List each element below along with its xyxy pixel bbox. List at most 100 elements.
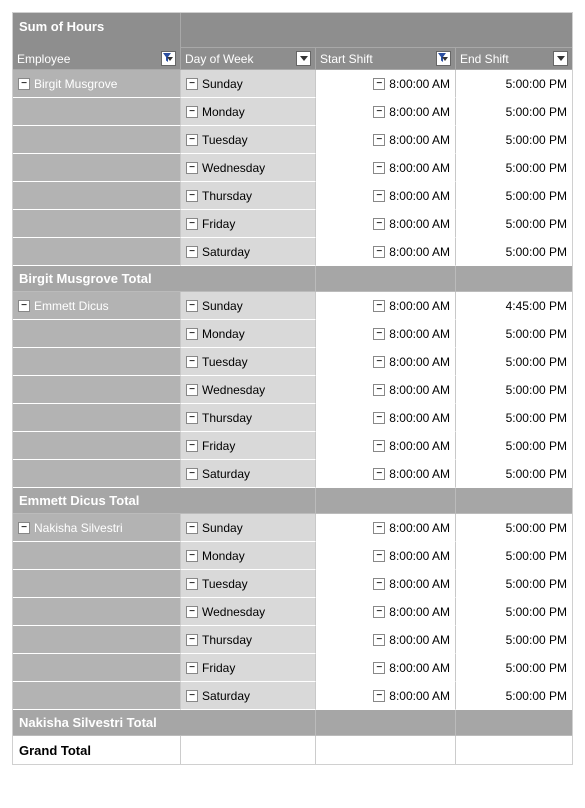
start-shift-cell: 8:00:00 AM — [316, 182, 456, 210]
collapse-icon[interactable] — [186, 468, 198, 480]
grand-total-row: Grand Total — [13, 736, 572, 764]
collapse-icon[interactable] — [373, 300, 385, 312]
day-dropdown[interactable] — [296, 51, 311, 66]
end-dropdown[interactable] — [553, 51, 568, 66]
collapse-icon[interactable] — [186, 550, 198, 562]
collapse-icon[interactable] — [186, 300, 198, 312]
collapse-icon[interactable] — [186, 162, 198, 174]
start-shift-cell: 8:00:00 AM — [316, 154, 456, 182]
end-shift-value: 4:45:00 PM — [506, 299, 567, 313]
start-filter-dropdown[interactable] — [436, 51, 451, 66]
day-label: Tuesday — [202, 133, 248, 147]
day-cell: Sunday — [181, 292, 316, 320]
collapse-icon[interactable] — [186, 218, 198, 230]
collapse-icon[interactable] — [186, 106, 198, 118]
end-shift-cell: 4:45:00 PM — [456, 292, 572, 320]
collapse-icon[interactable] — [186, 412, 198, 424]
employee-filter-dropdown[interactable] — [161, 51, 176, 66]
start-shift-value: 8:00:00 AM — [389, 439, 450, 453]
day-label: Monday — [202, 105, 245, 119]
collapse-icon[interactable] — [373, 468, 385, 480]
collapse-icon[interactable] — [373, 550, 385, 562]
start-shift-cell: 8:00:00 AM — [316, 432, 456, 460]
day-cell: Saturday — [181, 682, 316, 710]
collapse-icon[interactable] — [373, 162, 385, 174]
collapse-icon[interactable] — [373, 246, 385, 258]
collapse-icon[interactable] — [373, 662, 385, 674]
start-shift-cell: 8:00:00 AM — [316, 98, 456, 126]
start-shift-value: 8:00:00 AM — [389, 217, 450, 231]
end-shift-cell: 5:00:00 PM — [456, 70, 572, 98]
collapse-icon[interactable] — [186, 384, 198, 396]
collapse-icon[interactable] — [373, 578, 385, 590]
day-label: Saturday — [202, 467, 250, 481]
collapse-icon[interactable] — [186, 606, 198, 618]
day-label: Sunday — [202, 521, 243, 535]
collapse-icon[interactable] — [373, 690, 385, 702]
collapse-icon[interactable] — [373, 78, 385, 90]
start-shift-cell: 8:00:00 AM — [316, 514, 456, 542]
collapse-icon[interactable] — [373, 412, 385, 424]
table-row: Friday8:00:00 AM5:00:00 PM — [13, 210, 572, 238]
collapse-icon[interactable] — [186, 522, 198, 534]
end-shift-cell: 5:00:00 PM — [456, 460, 572, 488]
collapse-icon[interactable] — [373, 356, 385, 368]
start-shift-value: 8:00:00 AM — [389, 105, 450, 119]
end-shift-value: 5:00:00 PM — [506, 355, 567, 369]
end-shift-cell: 5:00:00 PM — [456, 210, 572, 238]
day-cell: Friday — [181, 432, 316, 460]
collapse-icon[interactable] — [18, 78, 30, 90]
day-label: Wednesday — [202, 383, 265, 397]
start-shift-value: 8:00:00 AM — [389, 355, 450, 369]
table-row: Tuesday8:00:00 AM5:00:00 PM — [13, 570, 572, 598]
employee-cell — [13, 570, 181, 598]
header-day: Day of Week — [185, 52, 253, 66]
chevron-down-icon — [442, 57, 448, 61]
subtotal-label: Emmett Dicus Total — [13, 488, 316, 514]
collapse-icon[interactable] — [373, 328, 385, 340]
employee-cell — [13, 320, 181, 348]
end-shift-value: 5:00:00 PM — [506, 189, 567, 203]
table-row: Wednesday8:00:00 AM5:00:00 PM — [13, 376, 572, 404]
collapse-icon[interactable] — [373, 606, 385, 618]
collapse-icon[interactable] — [186, 78, 198, 90]
table-row: Tuesday8:00:00 AM5:00:00 PM — [13, 348, 572, 376]
subtotal-row: Emmett Dicus Total — [13, 488, 572, 514]
start-shift-value: 8:00:00 AM — [389, 577, 450, 591]
table-row: Friday8:00:00 AM5:00:00 PM — [13, 654, 572, 682]
collapse-icon[interactable] — [186, 440, 198, 452]
collapse-icon[interactable] — [186, 246, 198, 258]
collapse-icon[interactable] — [186, 356, 198, 368]
end-shift-cell: 5:00:00 PM — [456, 654, 572, 682]
day-label: Tuesday — [202, 577, 248, 591]
collapse-icon[interactable] — [186, 662, 198, 674]
table-row: Monday8:00:00 AM5:00:00 PM — [13, 320, 572, 348]
collapse-icon[interactable] — [186, 190, 198, 202]
start-shift-cell: 8:00:00 AM — [316, 238, 456, 266]
day-cell: Monday — [181, 320, 316, 348]
header-end: End Shift — [460, 52, 509, 66]
day-cell: Thursday — [181, 626, 316, 654]
employee-cell — [13, 376, 181, 404]
table-row: Friday8:00:00 AM5:00:00 PM — [13, 432, 572, 460]
collapse-icon[interactable] — [373, 134, 385, 146]
end-shift-cell: 5:00:00 PM — [456, 154, 572, 182]
collapse-icon[interactable] — [373, 190, 385, 202]
collapse-icon[interactable] — [373, 384, 385, 396]
collapse-icon[interactable] — [186, 578, 198, 590]
collapse-icon[interactable] — [18, 300, 30, 312]
collapse-icon[interactable] — [373, 634, 385, 646]
subtotal-label: Nakisha Silvestri Total — [13, 710, 316, 736]
collapse-icon[interactable] — [373, 522, 385, 534]
collapse-icon[interactable] — [186, 634, 198, 646]
collapse-icon[interactable] — [186, 328, 198, 340]
collapse-icon[interactable] — [373, 218, 385, 230]
employee-cell — [13, 210, 181, 238]
collapse-icon[interactable] — [373, 440, 385, 452]
collapse-icon[interactable] — [18, 522, 30, 534]
start-shift-cell: 8:00:00 AM — [316, 460, 456, 488]
start-shift-cell: 8:00:00 AM — [316, 126, 456, 154]
collapse-icon[interactable] — [373, 106, 385, 118]
collapse-icon[interactable] — [186, 134, 198, 146]
collapse-icon[interactable] — [186, 690, 198, 702]
